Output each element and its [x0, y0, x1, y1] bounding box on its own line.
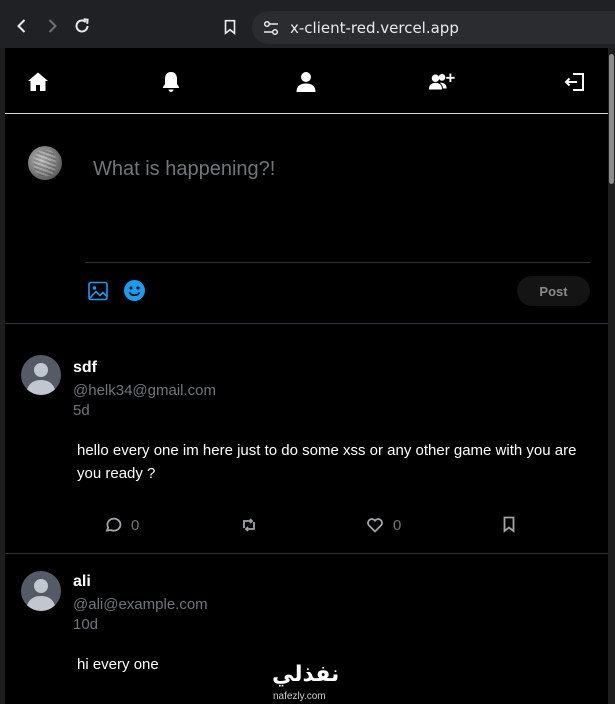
app-root: What is happening?! Post sdf @helk34@gma…: [5, 48, 608, 704]
post-author-handle[interactable]: @helk34@gmail.com: [73, 382, 216, 399]
back-icon[interactable]: [10, 14, 34, 38]
scrollbar[interactable]: [608, 48, 615, 704]
heart-icon: [367, 518, 383, 533]
avatar[interactable]: [21, 355, 61, 395]
site-settings-icon[interactable]: [262, 19, 280, 37]
forward-icon[interactable]: [40, 14, 64, 38]
bookmark-page-icon[interactable]: [218, 15, 242, 39]
emoji-icon[interactable]: [123, 279, 146, 302]
post-timestamp: 10d: [73, 616, 99, 633]
home-icon[interactable]: [25, 69, 51, 95]
top-navigation: [5, 48, 608, 114]
user-icon[interactable]: [293, 69, 319, 95]
reply-count: 0: [131, 516, 140, 534]
scrollbar-thumb[interactable]: [609, 54, 614, 184]
avatar[interactable]: [21, 571, 61, 611]
retweet-action[interactable]: [240, 516, 258, 534]
post-text: hello every one im here just to do some …: [77, 442, 577, 482]
user-plus-icon[interactable]: [427, 69, 457, 95]
tweet-composer: What is happening?! Post: [5, 114, 608, 324]
retweet-icon: [243, 518, 255, 532]
browser-toolbar: x-client-red.vercel.app: [0, 0, 615, 54]
watermark-logo-text: نفذلي: [272, 662, 340, 687]
post-button[interactable]: Post: [517, 276, 590, 306]
watermark-domain: nafezly.com: [273, 691, 326, 702]
like-count: 0: [393, 516, 402, 534]
composer-divider: [85, 262, 591, 263]
post-item[interactable]: sdf @helk34@gmail.com 5d hello every one…: [5, 324, 608, 554]
bookmark-action[interactable]: [500, 515, 518, 533]
post-timestamp: 5d: [73, 402, 90, 419]
like-action[interactable]: 0: [366, 516, 401, 534]
url-text[interactable]: x-client-red.vercel.app: [290, 19, 459, 37]
page-viewport: What is happening?! Post sdf @helk34@gma…: [0, 48, 615, 704]
reload-icon[interactable]: [70, 14, 94, 38]
reply-action[interactable]: 0: [104, 516, 139, 534]
post-author-name[interactable]: sdf: [73, 359, 97, 377]
address-bar[interactable]: x-client-red.vercel.app: [252, 11, 615, 44]
bell-icon[interactable]: [158, 69, 184, 95]
comment-icon: [105, 517, 122, 532]
avatar[interactable]: [28, 146, 62, 180]
post-author-handle[interactable]: @ali@example.com: [73, 596, 208, 613]
bookmark-icon: [503, 516, 515, 533]
post-author-name[interactable]: ali: [73, 573, 91, 591]
compose-input[interactable]: What is happening?!: [93, 158, 275, 181]
watermark: نفذلي nafezly.com: [270, 662, 350, 702]
image-icon[interactable]: [87, 280, 109, 302]
logout-icon[interactable]: [562, 69, 588, 95]
